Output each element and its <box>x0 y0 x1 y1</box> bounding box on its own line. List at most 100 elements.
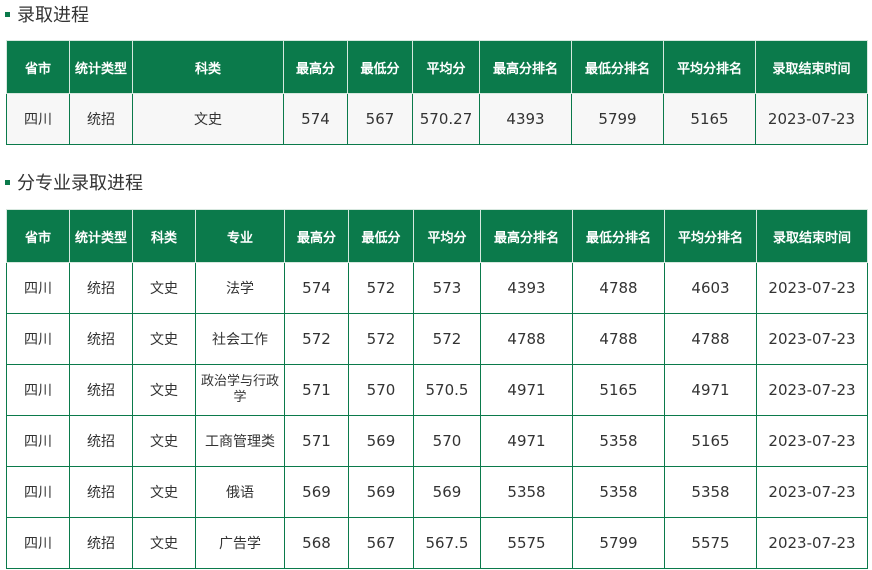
col-header-min-score: 最低分 <box>347 40 413 94</box>
section-title-major-progress: 分专业录取进程 <box>5 168 143 196</box>
col-header-avg-score: 平均分 <box>413 209 481 263</box>
cell-max-score: 571 <box>284 415 349 467</box>
col-header-major: 专业 <box>195 209 285 263</box>
table-row: 四川 统招 文史 政治学与行政学 571 570 570.5 4971 5165… <box>6 364 868 416</box>
cell-stat-type: 统招 <box>69 415 133 467</box>
cell-max-rank: 5358 <box>480 466 573 518</box>
cell-max-rank: 4393 <box>479 93 572 145</box>
cell-category: 文史 <box>132 313 196 365</box>
section-title-admission-progress: 录取进程 <box>5 0 89 28</box>
cell-max-rank: 4971 <box>480 415 573 467</box>
cell-category: 文史 <box>132 364 196 416</box>
col-header-province: 省市 <box>6 40 70 94</box>
col-header-stat-type: 统计类型 <box>69 40 133 94</box>
cell-avg-rank: 5358 <box>664 466 757 518</box>
cell-end-date: 2023-07-23 <box>756 415 868 467</box>
col-header-category: 科类 <box>132 209 196 263</box>
cell-avg-score: 573 <box>413 262 481 314</box>
cell-province: 四川 <box>6 313 70 365</box>
cell-major: 工商管理类 <box>195 415 285 467</box>
section-title-text: 录取进程 <box>17 5 89 26</box>
cell-province: 四川 <box>6 415 70 467</box>
square-bullet-icon <box>5 179 10 185</box>
col-header-end-date: 录取结束时间 <box>755 40 868 94</box>
col-header-end-date: 录取结束时间 <box>756 209 868 263</box>
table-row: 四川 统招 文史 俄语 569 569 569 5358 5358 5358 2… <box>6 466 868 518</box>
cell-stat-type: 统招 <box>69 517 133 569</box>
cell-category: 文史 <box>132 415 196 467</box>
section-title-text: 分专业录取进程 <box>17 173 143 194</box>
cell-stat-type: 统招 <box>69 262 133 314</box>
cell-max-rank: 4788 <box>480 313 573 365</box>
cell-end-date: 2023-07-23 <box>756 262 868 314</box>
col-header-max-score: 最高分 <box>284 209 349 263</box>
cell-avg-rank: 5575 <box>664 517 757 569</box>
table-row: 四川 统招 文史 广告学 568 567 567.5 5575 5799 557… <box>6 517 868 569</box>
admission-progress-table: 省市 统计类型 科类 最高分 最低分 平均分 最高分排名 最低分排名 平均分排名… <box>6 40 868 145</box>
cell-major: 俄语 <box>195 466 285 518</box>
cell-end-date: 2023-07-23 <box>755 93 868 145</box>
cell-avg-score: 567.5 <box>413 517 481 569</box>
cell-category: 文史 <box>132 262 196 314</box>
cell-avg-rank: 4971 <box>664 364 757 416</box>
cell-min-score: 570 <box>348 364 414 416</box>
cell-avg-score: 570 <box>413 415 481 467</box>
cell-avg-score: 570.27 <box>412 93 480 145</box>
cell-end-date: 2023-07-23 <box>756 466 868 518</box>
cell-min-score: 567 <box>348 517 414 569</box>
cell-min-rank: 5358 <box>572 415 665 467</box>
cell-min-score: 567 <box>347 93 413 145</box>
cell-province: 四川 <box>6 93 70 145</box>
cell-province: 四川 <box>6 364 70 416</box>
cell-major: 社会工作 <box>195 313 285 365</box>
col-header-category: 科类 <box>132 40 284 94</box>
table-header-row: 省市 统计类型 科类 最高分 最低分 平均分 最高分排名 最低分排名 平均分排名… <box>6 40 868 94</box>
col-header-min-rank: 最低分排名 <box>571 40 664 94</box>
cell-min-score: 569 <box>348 466 414 518</box>
cell-stat-type: 统招 <box>69 466 133 518</box>
cell-max-rank: 4393 <box>480 262 573 314</box>
table-row: 四川 统招 文史 574 567 570.27 4393 5799 5165 2… <box>6 93 868 145</box>
col-header-max-rank: 最高分排名 <box>479 40 572 94</box>
cell-category: 文史 <box>132 466 196 518</box>
table-header-row: 省市 统计类型 科类 专业 最高分 最低分 平均分 最高分排名 最低分排名 平均… <box>6 209 868 263</box>
cell-category: 文史 <box>132 517 196 569</box>
cell-category: 文史 <box>132 93 284 145</box>
col-header-avg-rank: 平均分排名 <box>663 40 756 94</box>
cell-max-rank: 5575 <box>480 517 573 569</box>
col-header-max-rank: 最高分排名 <box>480 209 573 263</box>
cell-province: 四川 <box>6 517 70 569</box>
cell-stat-type: 统招 <box>69 313 133 365</box>
table-row: 四川 统招 文史 社会工作 572 572 572 4788 4788 4788… <box>6 313 868 365</box>
cell-major: 政治学与行政学 <box>195 364 285 416</box>
square-bullet-icon <box>5 11 10 17</box>
table-row: 四川 统招 文史 工商管理类 571 569 570 4971 5358 516… <box>6 415 868 467</box>
cell-max-score: 569 <box>284 466 349 518</box>
cell-min-score: 572 <box>348 262 414 314</box>
cell-min-rank: 5799 <box>571 93 664 145</box>
cell-min-rank: 5799 <box>572 517 665 569</box>
cell-max-score: 574 <box>284 262 349 314</box>
cell-end-date: 2023-07-23 <box>756 517 868 569</box>
cell-max-score: 574 <box>283 93 348 145</box>
col-header-avg-rank: 平均分排名 <box>664 209 757 263</box>
major-admission-progress-table: 省市 统计类型 科类 专业 最高分 最低分 平均分 最高分排名 最低分排名 平均… <box>6 209 868 569</box>
cell-min-score: 572 <box>348 313 414 365</box>
col-header-stat-type: 统计类型 <box>69 209 133 263</box>
cell-min-rank: 5358 <box>572 466 665 518</box>
cell-max-score: 572 <box>284 313 349 365</box>
col-header-min-score: 最低分 <box>348 209 414 263</box>
cell-avg-score: 570.5 <box>413 364 481 416</box>
cell-max-score: 571 <box>284 364 349 416</box>
table-row: 四川 统招 文史 法学 574 572 573 4393 4788 4603 2… <box>6 262 868 314</box>
cell-max-rank: 4971 <box>480 364 573 416</box>
cell-avg-score: 569 <box>413 466 481 518</box>
cell-end-date: 2023-07-23 <box>756 364 868 416</box>
cell-min-rank: 5165 <box>572 364 665 416</box>
cell-avg-rank: 4603 <box>664 262 757 314</box>
cell-avg-rank: 4788 <box>664 313 757 365</box>
cell-stat-type: 统招 <box>69 364 133 416</box>
cell-avg-score: 572 <box>413 313 481 365</box>
cell-avg-rank: 5165 <box>664 415 757 467</box>
col-header-avg-score: 平均分 <box>412 40 480 94</box>
